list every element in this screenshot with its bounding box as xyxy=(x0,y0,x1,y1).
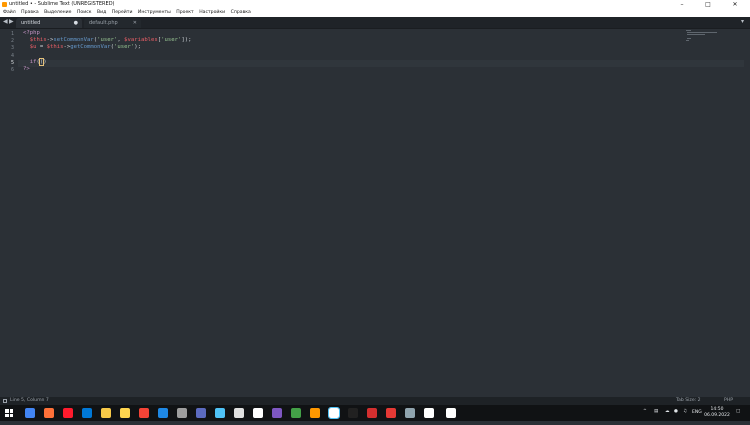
current-line-highlight xyxy=(18,60,750,67)
taskbar-app-icon[interactable] xyxy=(44,408,54,418)
sublime-app-icon xyxy=(2,2,7,7)
taskbar-app-icon[interactable] xyxy=(82,408,92,418)
taskbar-app-icon[interactable] xyxy=(25,408,35,418)
panel-toggle-icon[interactable] xyxy=(3,399,7,403)
network-icon[interactable]: ▤ xyxy=(654,409,658,425)
tab-untitled[interactable]: untitled ● xyxy=(16,18,82,28)
taskbar-app-icon[interactable] xyxy=(120,408,130,418)
clock[interactable]: 14:50 06.09.2022 xyxy=(703,407,731,419)
status-bar: Line 5, Column 7 Tab Size: 2 PHP xyxy=(0,397,750,405)
taskbar-app-icon[interactable] xyxy=(367,408,377,418)
windows-start-icon[interactable] xyxy=(5,409,13,417)
syntax-selector[interactable]: PHP xyxy=(724,397,733,405)
tab-label: default.php xyxy=(89,20,118,26)
tab-scroll-left-icon[interactable]: ◀ xyxy=(3,18,8,25)
maximize-icon[interactable]: □ xyxy=(697,0,719,9)
code-editor[interactable]: 1 2 3 4 5 6 <?php $this->setCommonVar('u… xyxy=(0,29,750,393)
taskbar-app-icon[interactable] xyxy=(291,408,301,418)
tab-size-selector[interactable]: Tab Size: 2 xyxy=(676,397,701,405)
code-line-3: $u = $this->getCommonVar('user'); xyxy=(29,44,141,50)
menu-selection[interactable]: Выделение xyxy=(44,9,71,17)
tab-scroll-right-icon[interactable]: ▶ xyxy=(9,18,14,25)
line-number-current: 5 xyxy=(10,60,14,66)
window-title: untitled • - Sublime Text (UNREGISTERED) xyxy=(9,1,115,7)
menu-edit[interactable]: Правка xyxy=(21,9,38,17)
tab-label: untitled xyxy=(21,20,41,26)
menu-help[interactable]: Справка xyxy=(231,9,251,17)
tab-bar: ◀ ▶ untitled ● default.php ✕ ▾ xyxy=(0,17,750,29)
menu-tools[interactable]: Инструменты xyxy=(138,9,171,17)
taskbar-app-icon[interactable] xyxy=(158,408,168,418)
microphone-icon[interactable]: ● xyxy=(674,409,678,425)
minimap[interactable] xyxy=(684,29,740,43)
tab-dirty-dot-icon[interactable]: ● xyxy=(74,18,78,28)
line-number: 4 xyxy=(10,53,14,59)
menu-preferences[interactable]: Настройки xyxy=(199,9,225,17)
code-line-1: <?php xyxy=(23,30,40,36)
code-line-5: if(() xyxy=(29,58,47,66)
line-number: 6 xyxy=(10,67,14,73)
tab-default-php[interactable]: default.php ✕ xyxy=(84,18,141,28)
line-number: 2 xyxy=(10,38,14,44)
line-number: 1 xyxy=(10,31,14,37)
taskbar-app-icon[interactable] xyxy=(177,408,187,418)
tab-dropdown-icon[interactable]: ▾ xyxy=(741,18,744,25)
code-line-2: $this->setCommonVar('user', $variables['… xyxy=(29,37,192,43)
menu-file[interactable]: Файл xyxy=(3,9,16,17)
taskbar-app-icon[interactable] xyxy=(253,408,263,418)
menu-bar: Файл Правка Выделение Поиск Вид Перейти … xyxy=(0,9,750,17)
taskbar-app-icon[interactable] xyxy=(101,408,111,418)
taskbar-app-icon[interactable] xyxy=(215,408,225,418)
taskbar-app-icon[interactable] xyxy=(63,408,73,418)
notification-icon[interactable]: □ xyxy=(736,409,740,425)
taskbar-app-icon[interactable] xyxy=(405,408,415,418)
clock-date: 06.09.2022 xyxy=(704,413,730,418)
line-number-gutter: 1 2 3 4 5 6 xyxy=(0,29,18,393)
windows-taskbar: ^ ▤ ☁ ● ♫ ENG 14:50 06.09.2022 □ xyxy=(0,405,750,421)
line-number: 3 xyxy=(10,45,14,51)
tray-chevron-icon[interactable]: ^ xyxy=(643,409,647,425)
language-indicator[interactable]: ENG xyxy=(692,410,702,415)
taskbar-app-icon[interactable] xyxy=(234,408,244,418)
taskbar-app-icon[interactable] xyxy=(328,407,340,419)
tab-close-icon[interactable]: ✕ xyxy=(133,18,137,28)
taskbar-app-icon[interactable] xyxy=(424,408,434,418)
menu-goto[interactable]: Перейти xyxy=(112,9,133,17)
taskbar-app-icon[interactable] xyxy=(139,408,149,418)
title-bar: untitled • - Sublime Text (UNREGISTERED)… xyxy=(0,0,750,9)
menu-find[interactable]: Поиск xyxy=(77,9,92,17)
menu-project[interactable]: Проект xyxy=(176,9,193,17)
cursor-position: Line 5, Column 7 xyxy=(10,398,49,403)
code-line-6: ?> xyxy=(23,66,30,72)
cloud-icon[interactable]: ☁ xyxy=(665,409,670,425)
taskbar-app-icon[interactable] xyxy=(196,408,206,418)
taskbar-app-icon[interactable] xyxy=(348,408,358,418)
vertical-scrollbar[interactable] xyxy=(744,29,750,393)
taskbar-app-icon[interactable] xyxy=(386,408,396,418)
volume-icon[interactable]: ♫ xyxy=(683,409,687,425)
taskbar-app-icon[interactable] xyxy=(310,408,320,418)
taskbar-app-icon[interactable] xyxy=(446,408,456,418)
minimize-icon[interactable]: – xyxy=(671,0,693,9)
menu-view[interactable]: Вид xyxy=(97,9,106,17)
close-icon[interactable]: ✕ xyxy=(724,0,746,9)
taskbar-app-icon[interactable] xyxy=(272,408,282,418)
